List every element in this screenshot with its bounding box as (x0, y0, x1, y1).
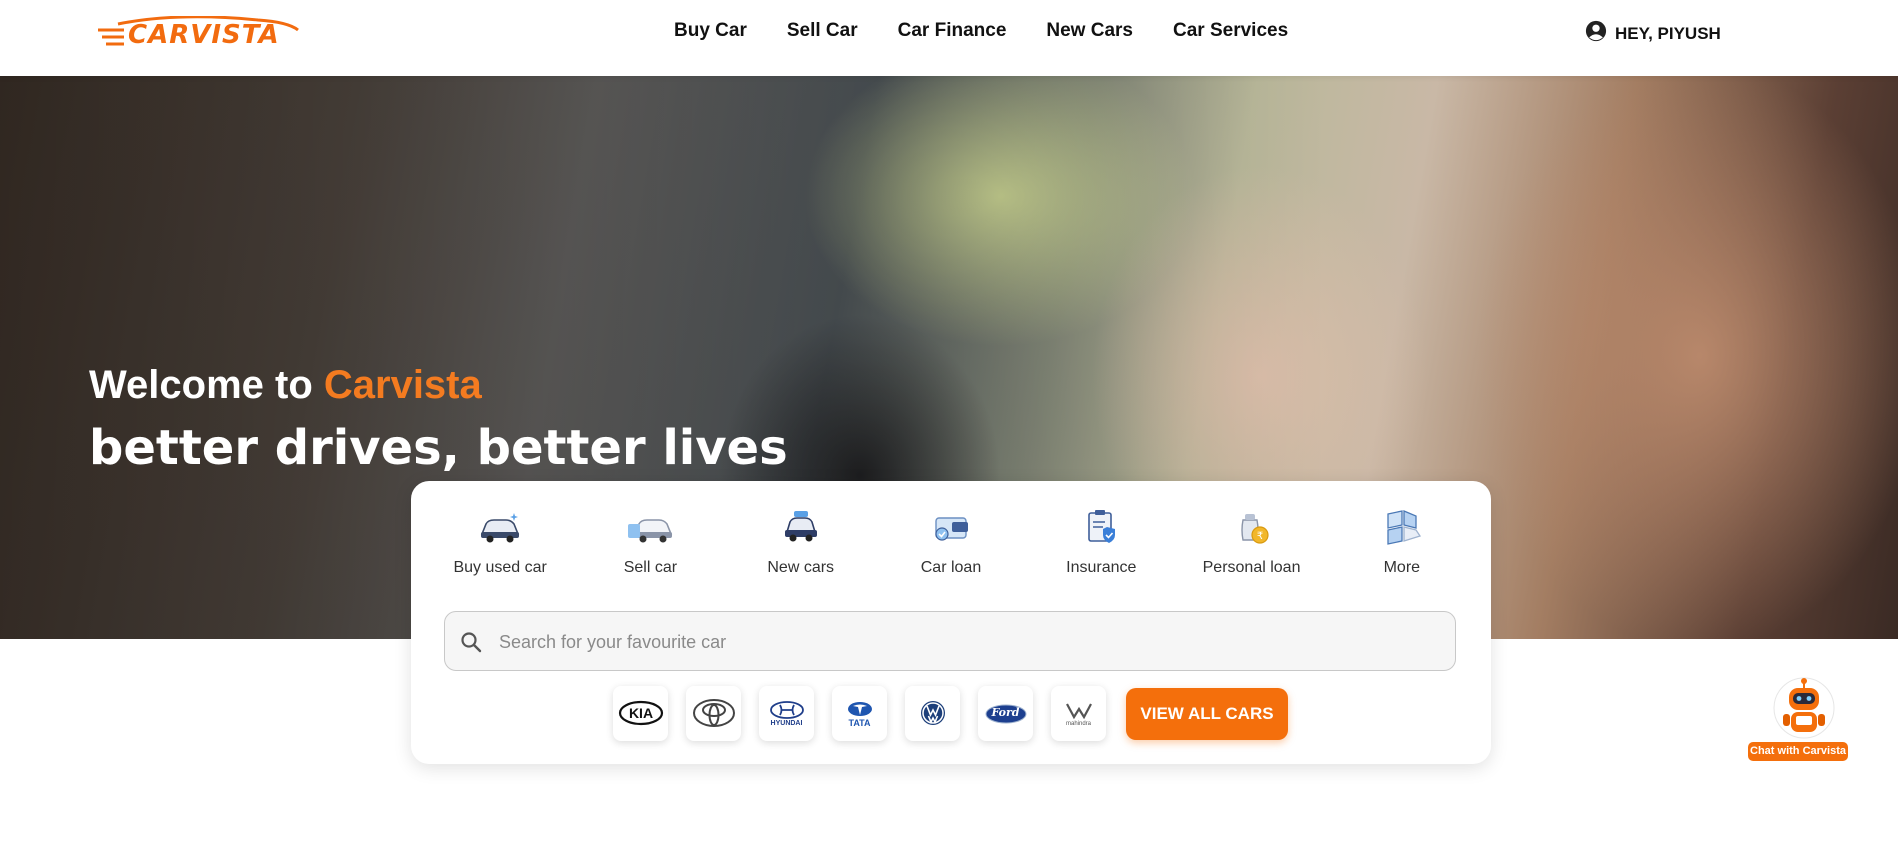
nav-new-cars[interactable]: New Cars (1046, 20, 1133, 42)
volkswagen-logo-icon (919, 699, 947, 729)
hyundai-logo-icon: HYUNDAI (769, 700, 805, 727)
service-list: Buy used car Sell car New cars Car loan … (425, 507, 1477, 577)
service-label: More (1383, 559, 1421, 576)
hero-tagline: better drives, better lives (89, 420, 788, 476)
svg-text:₹: ₹ (1256, 531, 1262, 542)
car-loan-icon (927, 507, 975, 547)
nav-car-finance[interactable]: Car Finance (898, 20, 1007, 42)
service-insurance[interactable]: Insurance (1026, 507, 1176, 577)
service-label: Insurance (1066, 559, 1137, 576)
brand-tata[interactable]: TATA (832, 686, 887, 741)
logo-wordmark: CARVISTA (128, 20, 280, 50)
brand-logo-row: KIA HYUNDAI TATA Ford mahindra VIEW ALL … (613, 686, 1288, 741)
svg-text:KIA: KIA (628, 705, 652, 721)
service-more[interactable]: More (1327, 507, 1477, 577)
hero-welcome-prefix: Welcome to (89, 363, 324, 407)
user-circle-icon (1585, 20, 1607, 47)
service-new-cars[interactable]: New cars (726, 507, 876, 577)
carvista-logo[interactable]: CARVISTA (98, 16, 334, 50)
nav-car-services[interactable]: Car Services (1173, 20, 1288, 42)
service-sell-car[interactable]: Sell car (575, 507, 725, 577)
ford-logo-text: Ford (991, 705, 1020, 719)
view-all-cars-button[interactable]: VIEW ALL CARS (1126, 687, 1288, 740)
service-label: New cars (767, 559, 835, 576)
user-account-menu[interactable]: HEY, PIYUSH (1585, 20, 1721, 47)
service-personal-loan[interactable]: ₹ Personal loan (1176, 507, 1326, 577)
tata-logo-icon: TATA (846, 700, 874, 728)
tata-logo-text: TATA (848, 717, 871, 728)
nav-sell-car[interactable]: Sell Car (787, 20, 858, 42)
chatbot-label[interactable]: Chat with Carvista (1748, 742, 1848, 761)
top-header: CARVISTA Buy Car Sell Car Car Finance Ne… (0, 0, 1898, 76)
new-car-icon (777, 507, 825, 547)
hyundai-logo-text: HYUNDAI (770, 720, 803, 727)
insurance-icon (1077, 507, 1125, 547)
brand-mahindra[interactable]: mahindra (1051, 686, 1106, 741)
brand-ford[interactable]: Ford (978, 686, 1033, 741)
personal-loan-icon: ₹ (1228, 507, 1276, 547)
service-label: Sell car (623, 559, 678, 576)
hero-brand-name: Carvista (323, 363, 482, 407)
hero-welcome-heading: Welcome to Carvista (89, 363, 482, 408)
chatbot-launcher[interactable]: Chat with Carvista (1745, 675, 1855, 767)
search-input[interactable] (497, 622, 1431, 662)
service-label: Buy used car (453, 559, 547, 576)
used-car-icon (476, 507, 524, 547)
user-greeting: HEY, PIYUSH (1615, 23, 1721, 43)
ford-logo-icon: Ford (985, 704, 1027, 724)
mahindra-logo-text: mahindra (1065, 720, 1091, 727)
toyota-logo-icon (692, 698, 736, 730)
sell-car-icon (626, 507, 674, 547)
brand-kia[interactable]: KIA (613, 686, 668, 741)
service-car-loan[interactable]: Car loan (876, 507, 1026, 577)
kia-logo-icon: KIA (618, 700, 664, 728)
service-label: Personal loan (1202, 559, 1301, 576)
brand-toyota[interactable] (686, 686, 741, 741)
brand-hyundai[interactable]: HYUNDAI (759, 686, 814, 741)
brand-volkswagen[interactable] (905, 686, 960, 741)
main-nav: Buy Car Sell Car Car Finance New Cars Ca… (674, 20, 1328, 42)
nav-buy-car[interactable]: Buy Car (674, 20, 747, 42)
service-label: Car loan (920, 559, 982, 576)
service-buy-used-car[interactable]: Buy used car (425, 507, 575, 577)
car-search-box[interactable] (444, 611, 1456, 671)
more-grid-icon (1378, 507, 1426, 547)
mahindra-logo-icon: mahindra (1064, 701, 1094, 727)
services-panel: Buy used car Sell car New cars Car loan … (411, 481, 1491, 764)
